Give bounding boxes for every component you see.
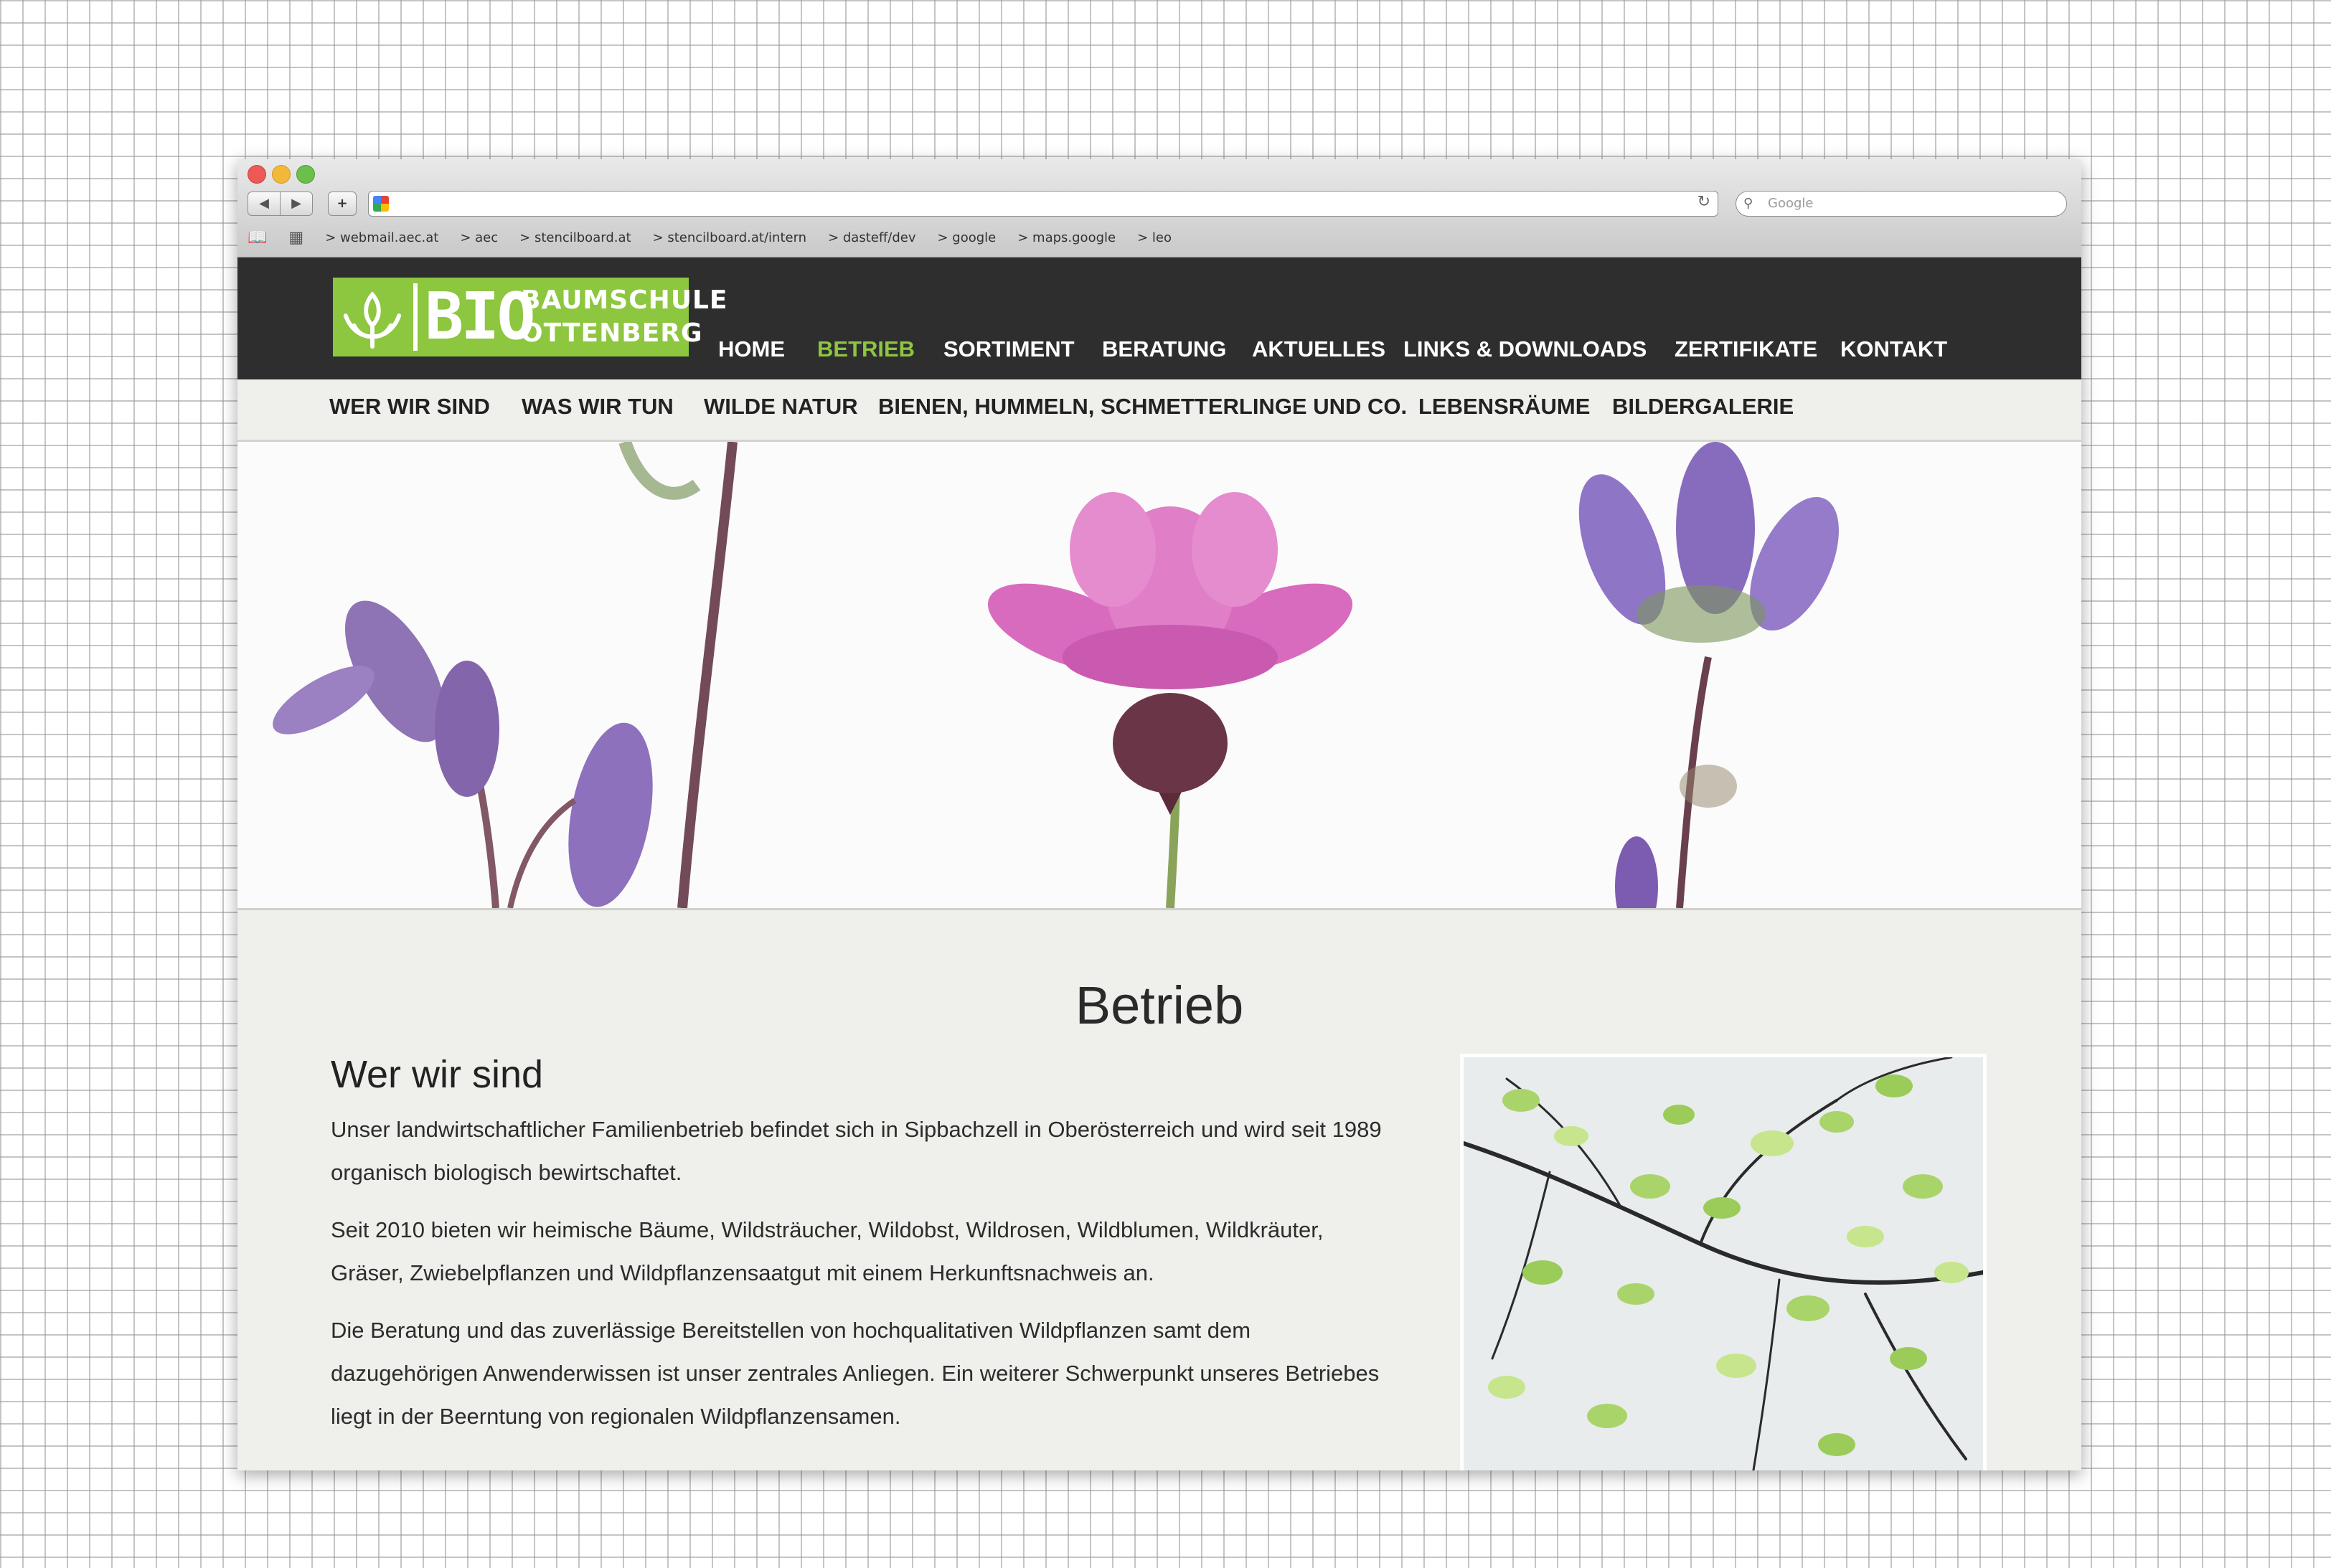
bookmark-link[interactable]: > dasteff/dev [828,230,915,245]
forward-button[interactable]: ▶ [280,192,313,216]
address-bar[interactable]: ↻ [368,191,1718,217]
branch-leaves-illustration [1464,1057,1983,1470]
subnav-item-bildergalerie[interactable]: BILDERGALERIE [1612,394,1794,420]
nav-item-home[interactable]: HOME [718,336,785,362]
branch-photo [1460,1054,1987,1470]
bookmark-link[interactable]: > leo [1137,230,1172,245]
bookmarks-bar: 📖 ▦ > webmail.aec.at > aec > stencilboar… [248,227,1172,248]
bookmark-link[interactable]: > maps.google [1017,230,1116,245]
logo-line-1: BAUMSCHULE [521,285,728,315]
search-placeholder: Google [1768,196,1814,211]
bookmarks-book-icon[interactable]: 📖 [248,229,267,247]
nav-item-sortiment[interactable]: SORTIMENT [943,336,1075,362]
nav-item-aktuelles[interactable]: AKTUELLES [1252,336,1385,362]
nav-item-kontakt[interactable]: KONTAKT [1840,336,1947,362]
nav-item-beratung[interactable]: BERATUNG [1102,336,1226,362]
minimize-window-icon[interactable] [272,165,291,184]
main-navigation: HOME BETRIEB SORTIMENT BERATUNG AKTUELLE… [237,336,2081,368]
subnav-item-lebensraeume[interactable]: LEBENSRÄUME [1418,394,1590,420]
search-icon: ⚲ [1743,196,1753,211]
browser-window: ◀ ▶ + ↻ ⚲ Google 📖 ▦ > webmail.aec.at > … [237,159,2081,1470]
hero-flowers-illustration [273,442,1839,908]
subnav-item-was-wir-tun[interactable]: WAS WIR TUN [522,394,674,420]
bookmark-link[interactable]: > stencilboard.at [519,230,631,245]
bookmark-link[interactable]: > google [937,230,996,245]
favicon-icon [373,196,389,212]
page-title: Betrieb [1075,976,1244,1035]
bookmark-link[interactable]: > stencilboard.at/intern [653,230,807,245]
zoom-window-icon[interactable] [296,165,315,184]
section-title: Wer wir sind [331,1053,544,1096]
sub-navigation: WER WIR SIND WAS WIR TUN WILDE NATUR BIE… [237,379,2081,442]
subnav-item-bienen[interactable]: BIENEN, HUMMELN, SCHMETTERLINGE UND CO. [878,394,1407,420]
subnav-item-wilde-natur[interactable]: WILDE NATUR [704,394,858,420]
paragraph: Seit 2010 bieten wir heimische Bäume, Wi… [331,1217,1324,1285]
hero-image [237,442,2081,910]
top-sites-grid-icon[interactable]: ▦ [288,229,303,247]
bookmark-link[interactable]: > webmail.aec.at [325,230,438,245]
bookmark-link[interactable]: > aec [460,230,498,245]
paragraph: Die Beratung und das zuverlässige Bereit… [331,1318,1380,1429]
search-field[interactable]: ⚲ Google [1736,191,2067,217]
browser-toolbar: ◀ ▶ + ↻ ⚲ Google 📖 ▦ > webmail.aec.at > … [237,159,2081,258]
nav-item-links-downloads[interactable]: LINKS & DOWNLOADS [1403,336,1647,362]
reload-icon[interactable]: ↻ [1697,193,1710,211]
add-bookmark-button[interactable]: + [328,192,357,216]
site-header: BIO BAUMSCHULE OTTENBERG HOME BETRIEB SO… [237,258,2081,379]
back-button[interactable]: ◀ [248,192,281,216]
paragraph: Unser landwirtschaftlicher Familienbetri… [331,1117,1382,1185]
nav-item-zertifikate[interactable]: ZERTIFIKATE [1675,336,1817,362]
main-content: Betrieb Wer wir sind Unser landwirtschaf… [237,910,2081,1470]
nav-item-betrieb[interactable]: BETRIEB [817,336,915,362]
subnav-item-wer-wir-sind[interactable]: WER WIR SIND [329,394,490,420]
close-window-icon[interactable] [248,165,266,184]
